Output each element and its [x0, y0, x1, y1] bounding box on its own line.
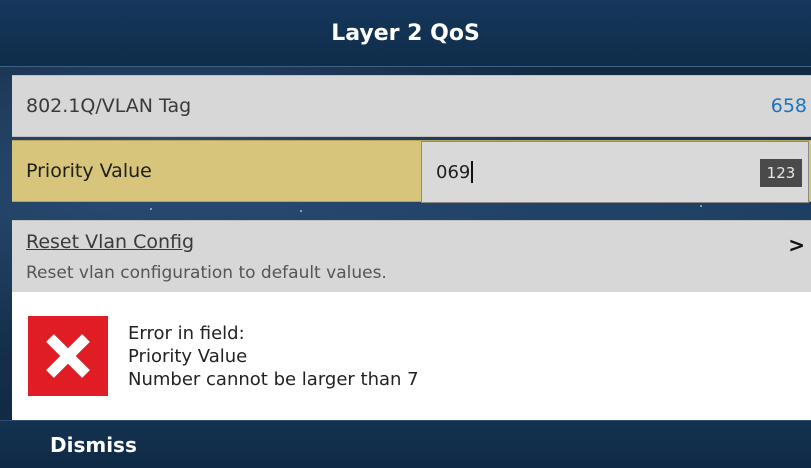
- background-star: [700, 205, 702, 207]
- error-line-field: Priority Value: [128, 345, 248, 367]
- vlan-tag-label: 802.1Q/VLAN Tag: [26, 95, 192, 117]
- priority-value-row[interactable]: Priority Value 069 123: [12, 140, 811, 203]
- error-x-glyph: [46, 334, 90, 378]
- phone-screen: Layer 2 QoS 802.1Q/VLAN Tag 658 Priority…: [0, 0, 811, 468]
- priority-value-label: Priority Value: [26, 160, 152, 182]
- error-line-reason: Number cannot be larger than 7: [128, 368, 419, 390]
- text-cursor: [471, 161, 474, 183]
- error-line-heading: Error in field:: [128, 322, 245, 344]
- priority-value-text: 069: [436, 161, 471, 183]
- reset-vlan-config-title: Reset Vlan Config: [26, 231, 195, 253]
- dismiss-button-label: Dismiss: [50, 432, 137, 457]
- reset-vlan-config-row[interactable]: Reset Vlan Config Reset vlan configurati…: [12, 220, 811, 292]
- reset-vlan-config-description: Reset vlan configuration to default valu…: [26, 263, 387, 283]
- vlan-tag-row[interactable]: 802.1Q/VLAN Tag 658: [12, 75, 811, 137]
- page-title: Layer 2 QoS: [331, 20, 480, 46]
- chevron-right-icon: >: [788, 233, 805, 257]
- vlan-tag-value: 658: [770, 95, 807, 117]
- numeric-input-mode-badge: 123: [760, 159, 802, 187]
- dismiss-softkey[interactable]: Dismiss: [0, 420, 811, 468]
- error-x-icon: [28, 316, 108, 396]
- background-star: [150, 208, 152, 210]
- title-bar: Layer 2 QoS: [0, 0, 811, 67]
- priority-value-input[interactable]: 069 123: [421, 141, 809, 203]
- background-star: [300, 210, 302, 212]
- error-dialog: Error in field: Priority Value Number ca…: [12, 292, 811, 420]
- error-message: Error in field: Priority Value Number ca…: [128, 322, 419, 391]
